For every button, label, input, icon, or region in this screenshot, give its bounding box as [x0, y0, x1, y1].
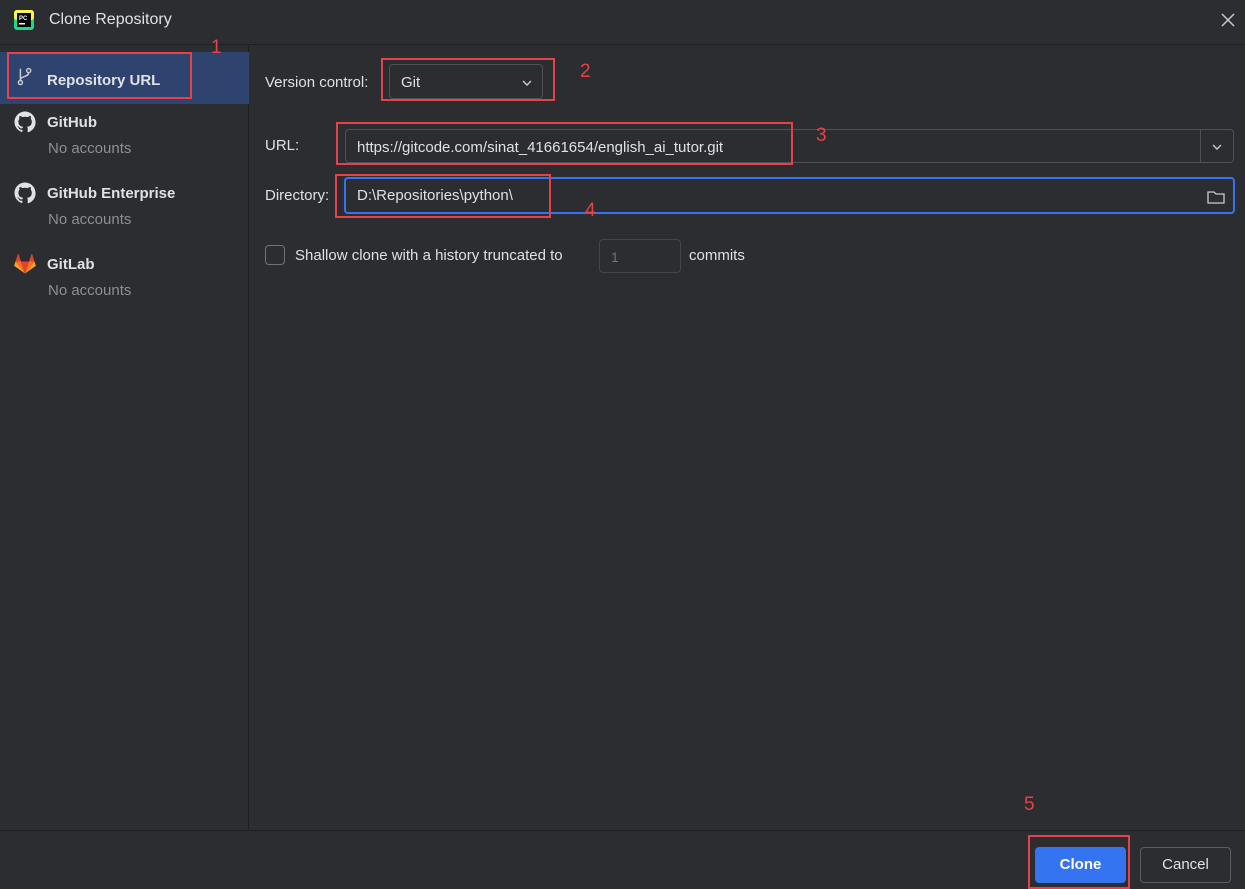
sidebar-item-sublabel: No accounts [48, 140, 132, 157]
chevron-down-icon[interactable] [1210, 140, 1224, 154]
sidebar-item-github[interactable]: GitHub No accounts [0, 104, 249, 164]
folder-icon[interactable] [1206, 187, 1226, 207]
shallow-clone-label: Shallow clone with a history truncated t… [295, 247, 563, 264]
sidebar-item-label: GitHub [47, 114, 97, 131]
version-control-label: Version control: [265, 74, 369, 91]
gitlab-icon [14, 253, 36, 274]
annotation-number-1: 1 [211, 37, 222, 58]
url-dropdown-divider [1200, 130, 1201, 162]
github-icon [14, 182, 36, 204]
pycharm-icon: PC [14, 10, 34, 30]
sidebar-item-github-enterprise[interactable]: GitHub Enterprise No accounts [0, 175, 249, 235]
sidebar-item-sublabel: No accounts [48, 282, 132, 299]
svg-text:PC: PC [19, 16, 28, 22]
sidebar: Repository URL GitHub No accounts GitHub… [0, 46, 249, 830]
annotation-box-5 [1028, 835, 1130, 889]
sidebar-item-gitlab[interactable]: GitLab No accounts [0, 246, 249, 306]
commits-label: commits [689, 247, 745, 264]
shallow-clone-checkbox[interactable] [265, 245, 285, 265]
annotation-box-1 [7, 52, 192, 99]
annotation-number-4: 4 [585, 200, 596, 221]
annotation-number-3: 3 [816, 125, 827, 146]
url-label: URL: [265, 137, 300, 154]
sidebar-item-label: GitLab [47, 256, 95, 273]
annotation-box-4 [335, 174, 551, 218]
annotation-box-3 [336, 122, 793, 165]
annotation-box-2 [381, 58, 555, 101]
close-icon[interactable] [1218, 10, 1238, 30]
window-title: Clone Repository [49, 11, 172, 28]
title-bar: PC Clone Repository [0, 0, 1245, 45]
sidebar-item-label: GitHub Enterprise [47, 185, 176, 202]
history-depth-input[interactable]: 1 [599, 239, 681, 273]
github-icon [14, 111, 36, 133]
annotation-number-2: 2 [580, 61, 591, 82]
history-depth-value: 1 [611, 249, 619, 265]
directory-label: Directory: [265, 187, 330, 204]
cancel-button[interactable]: Cancel [1140, 847, 1231, 883]
annotation-number-5: 5 [1024, 794, 1035, 815]
sidebar-item-sublabel: No accounts [48, 211, 132, 228]
